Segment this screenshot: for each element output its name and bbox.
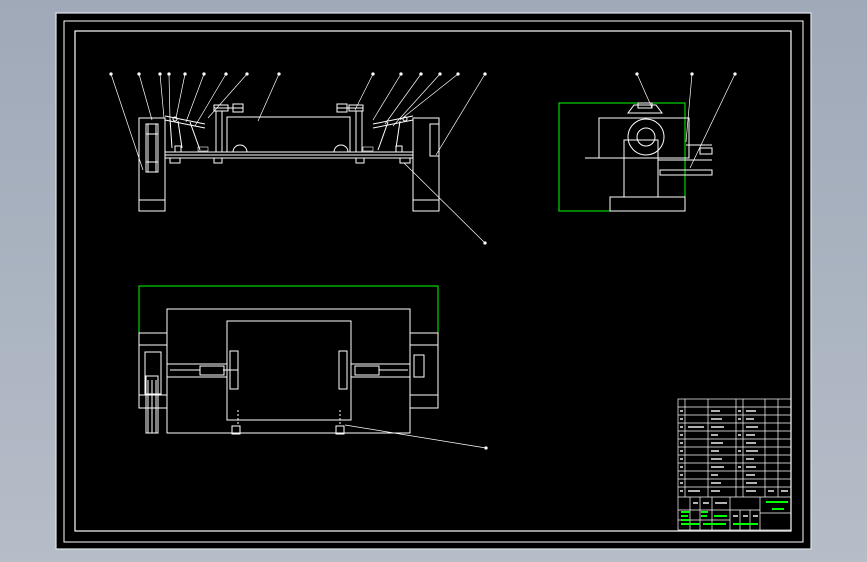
cad-application-window (0, 0, 867, 562)
cad-drawing-canvas[interactable] (0, 0, 867, 562)
